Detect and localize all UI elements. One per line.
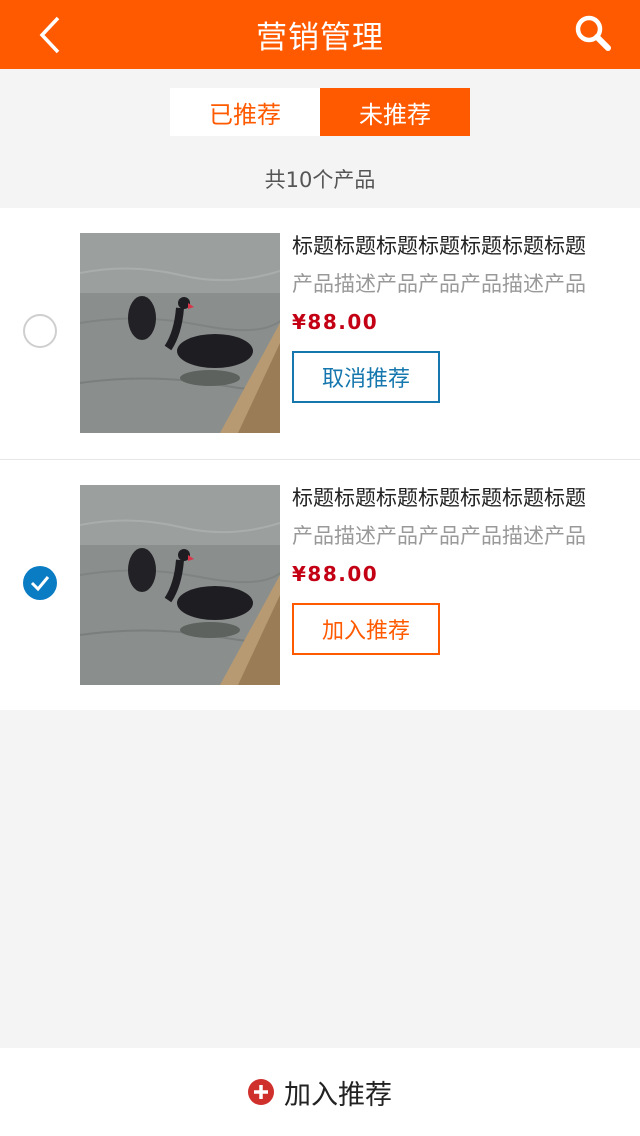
page-title: 营销管理 bbox=[256, 20, 384, 56]
product-price: ¥88.00 bbox=[292, 562, 379, 586]
select-radio[interactable] bbox=[23, 566, 57, 600]
product-count: 共10个产品 bbox=[264, 168, 376, 192]
tab-not-recommended[interactable]: 未推荐 bbox=[320, 88, 470, 136]
product-title: 标题标题标题标题标题标题标题 bbox=[292, 234, 586, 258]
plus-circle-icon bbox=[248, 1079, 274, 1105]
add-recommend-footer-button[interactable]: 加入推荐 bbox=[0, 1048, 640, 1136]
cancel-recommend-button[interactable]: 取消推荐 bbox=[292, 351, 440, 403]
add-recommend-button[interactable]: 加入推荐 bbox=[292, 603, 440, 655]
tab-recommended[interactable]: 已推荐 bbox=[170, 88, 320, 136]
product-list: 标题标题标题标题标题标题标题 产品描述产品产品产品描述产品 ¥88.00 取消推… bbox=[0, 208, 640, 710]
product-description: 产品描述产品产品产品描述产品 bbox=[292, 272, 586, 296]
product-item: 标题标题标题标题标题标题标题 产品描述产品产品产品描述产品 ¥88.00 取消推… bbox=[0, 208, 640, 459]
product-image bbox=[80, 233, 280, 433]
header-bar: 营销管理 bbox=[0, 0, 640, 69]
tab-bar: 已推荐 未推荐 bbox=[170, 88, 470, 136]
product-image bbox=[80, 485, 280, 685]
product-item: 标题标题标题标题标题标题标题 产品描述产品产品产品描述产品 ¥88.00 加入推… bbox=[0, 459, 640, 710]
check-icon bbox=[30, 576, 50, 592]
product-title: 标题标题标题标题标题标题标题 bbox=[292, 486, 586, 510]
select-radio[interactable] bbox=[23, 314, 57, 348]
product-price: ¥88.00 bbox=[292, 310, 379, 334]
search-icon[interactable] bbox=[574, 14, 612, 52]
product-info: 标题标题标题标题标题标题标题 产品描述产品产品产品描述产品 ¥88.00 取消推… bbox=[292, 230, 632, 403]
footer-label: 加入推荐 bbox=[284, 1079, 392, 1111]
product-description: 产品描述产品产品产品描述产品 bbox=[292, 524, 586, 548]
product-info: 标题标题标题标题标题标题标题 产品描述产品产品产品描述产品 ¥88.00 加入推… bbox=[292, 482, 632, 655]
chevron-left-icon[interactable] bbox=[34, 14, 68, 56]
